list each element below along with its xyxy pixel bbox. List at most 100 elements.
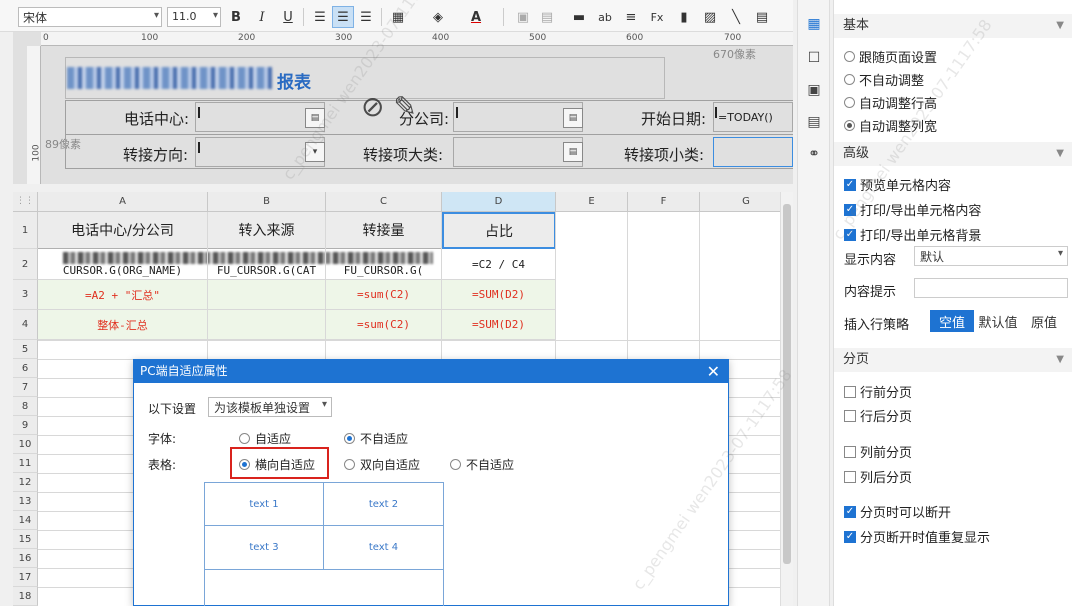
insert-policy-original[interactable]: 原值: [1022, 310, 1066, 332]
table-radio-none[interactable]: 不自适应: [450, 456, 514, 473]
column-header-f[interactable]: F: [628, 192, 700, 212]
row-header[interactable]: 7: [13, 378, 38, 397]
row-header[interactable]: 13: [13, 492, 38, 511]
cell-d1[interactable]: 占比: [442, 212, 556, 249]
table-radio-both[interactable]: 双向自适应: [344, 456, 420, 473]
parameter-design-area[interactable]: 0 100 200 300 400 500 600 700 100 670像素 …: [13, 32, 793, 184]
border-icon[interactable]: ▦: [387, 6, 409, 28]
row-header[interactable]: 5: [13, 340, 38, 359]
font-color-icon[interactable]: A: [465, 6, 487, 28]
cell-attributes-icon[interactable]: ▦: [805, 15, 823, 33]
cell-c4[interactable]: =sum(C2): [326, 310, 442, 340]
align-right-icon[interactable]: ☰: [355, 6, 377, 28]
row-header[interactable]: 9: [13, 416, 38, 435]
content-hint-input[interactable]: [914, 278, 1068, 298]
row-header[interactable]: 16: [13, 549, 38, 568]
row-header[interactable]: 15: [13, 530, 38, 549]
tree-combo-icon[interactable]: ▤: [305, 108, 325, 128]
underline-icon[interactable]: U: [277, 6, 299, 28]
align-left-icon[interactable]: ☰: [309, 6, 331, 28]
row-header[interactable]: 17: [13, 568, 38, 587]
image-icon[interactable]: ▨: [699, 6, 721, 28]
radio-follow-page[interactable]: 跟随页面设置: [844, 47, 937, 66]
check-print-content[interactable]: ✓ 打印/导出单元格内容: [844, 200, 981, 219]
cell-d2[interactable]: =C2 / C4: [442, 249, 556, 280]
row-header[interactable]: 11: [13, 454, 38, 473]
bold-icon[interactable]: B: [225, 6, 247, 28]
italic-icon[interactable]: I: [251, 6, 273, 28]
check-page-breakable[interactable]: ✓ 分页时可以断开: [844, 502, 951, 521]
text-icon[interactable]: ab: [594, 6, 616, 28]
pencil-icon[interactable]: ✎: [393, 90, 416, 123]
row-header[interactable]: 2: [13, 249, 38, 280]
column-header-d[interactable]: D: [442, 192, 556, 212]
display-content-select[interactable]: 默认 ▾: [914, 246, 1068, 266]
cell-b1[interactable]: 转入来源: [208, 212, 326, 249]
minor-category-combo[interactable]: [713, 137, 793, 167]
chart-icon[interactable]: ▮: [673, 6, 695, 28]
column-header-b[interactable]: B: [208, 192, 326, 212]
unmerge-cells-icon[interactable]: ▤: [536, 6, 558, 28]
radio-no-adjust[interactable]: 不自动调整: [844, 70, 924, 89]
subreport-icon[interactable]: ▤: [751, 6, 773, 28]
setting-select[interactable]: 为该模板单独设置 ▾: [208, 397, 332, 417]
cell-a3[interactable]: =A2 + "汇总": [38, 280, 208, 310]
font-radio-adaptive[interactable]: 自适应: [239, 430, 291, 447]
font-family-select[interactable]: 宋体 ▾: [18, 7, 162, 27]
check-page-before-col[interactable]: 列前分页: [844, 442, 912, 461]
slash-icon[interactable]: ╲: [725, 6, 747, 28]
row-header[interactable]: 18: [13, 587, 38, 606]
cell-b3[interactable]: [208, 280, 326, 310]
check-print-background[interactable]: ✓ 打印/导出单元格背景: [844, 225, 981, 244]
column-header-c[interactable]: C: [326, 192, 442, 212]
cell-d4[interactable]: =SUM(D2): [442, 310, 556, 340]
section-advanced[interactable]: 高级 ▼: [834, 142, 1072, 166]
row-header[interactable]: 1: [13, 212, 38, 249]
check-page-after-row[interactable]: 行后分页: [844, 406, 912, 425]
check-repeat-on-break[interactable]: ✓ 分页断开时值重复显示: [844, 527, 990, 546]
cell-a4[interactable]: 整体-汇总: [38, 310, 208, 340]
insert-policy-null[interactable]: 空值: [930, 310, 974, 332]
select-all-corner[interactable]: ⋮⋮: [13, 192, 38, 212]
fill-color-icon[interactable]: ◈: [427, 6, 449, 28]
conditional-attr-icon[interactable]: ▤: [805, 113, 823, 131]
radio-auto-row-height[interactable]: 自动调整行高: [844, 93, 937, 112]
column-header-e[interactable]: E: [556, 192, 628, 212]
row-header[interactable]: 3: [13, 280, 38, 310]
insert-cell-icon[interactable]: ▬: [568, 6, 590, 28]
cell-d3[interactable]: =SUM(D2): [442, 280, 556, 310]
cell-b4[interactable]: [208, 310, 326, 340]
radio-auto-col-width[interactable]: 自动调整列宽: [844, 116, 937, 135]
cell-c1[interactable]: 转接量: [326, 212, 442, 249]
align-center-icon[interactable]: ☰: [332, 6, 354, 28]
font-radio-not-adaptive[interactable]: 不自适应: [344, 430, 408, 447]
cell-element-icon[interactable]: ☐: [805, 49, 823, 67]
row-header[interactable]: 12: [13, 473, 38, 492]
tree-combo-icon[interactable]: ▤: [563, 108, 583, 128]
section-basic[interactable]: 基本 ▼: [834, 14, 1072, 38]
vertical-scrollbar[interactable]: [780, 192, 793, 606]
eye-off-icon[interactable]: ⊘: [361, 90, 384, 123]
close-icon[interactable]: ✕: [707, 360, 720, 383]
hyperlink-icon[interactable]: ⚭: [805, 145, 823, 163]
insert-policy-default[interactable]: 默认值: [974, 310, 1022, 332]
section-paging[interactable]: 分页 ▼: [834, 348, 1072, 372]
cell-c3[interactable]: =sum(C2): [326, 280, 442, 310]
formula-icon[interactable]: Fx: [646, 6, 668, 28]
check-page-before-row[interactable]: 行前分页: [844, 382, 912, 401]
row-header[interactable]: 4: [13, 310, 38, 340]
cell-a1[interactable]: 电话中心/分公司: [38, 212, 208, 249]
check-page-after-col[interactable]: 列后分页: [844, 467, 912, 486]
widget-icon[interactable]: ▣: [805, 81, 823, 99]
row-header[interactable]: 8: [13, 397, 38, 416]
tree-combo-icon[interactable]: ▤: [563, 142, 583, 162]
column-header-a[interactable]: A: [38, 192, 208, 212]
font-size-select[interactable]: 11.0 ▾: [167, 7, 221, 27]
row-header[interactable]: 10: [13, 435, 38, 454]
row-header[interactable]: 14: [13, 511, 38, 530]
dropdown-combo-icon[interactable]: ▾: [305, 142, 325, 162]
check-preview-content[interactable]: ✓ 预览单元格内容: [844, 175, 951, 194]
scrollbar-thumb[interactable]: [783, 204, 791, 564]
row-header[interactable]: 6: [13, 359, 38, 378]
merge-cells-icon[interactable]: ▣: [512, 6, 534, 28]
